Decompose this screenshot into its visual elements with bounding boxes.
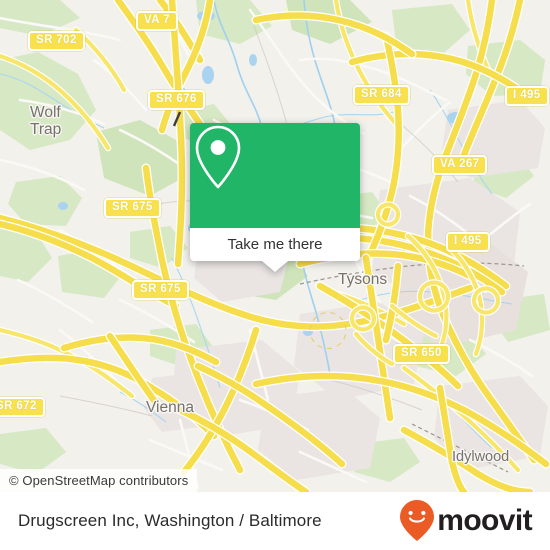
take-me-there-label: Take me there (227, 236, 323, 253)
road-shield-va-267[interactable]: VA 267 (432, 155, 488, 175)
footer-bar: Drugscreen Inc, Washington / Baltimore m… (0, 492, 550, 550)
popup-header (190, 123, 360, 228)
map-canvas[interactable]: .land{fill:#f2f1ec} .park{fill:#d6e8c4} … (0, 0, 550, 492)
road-shield-i-495-north[interactable]: I 495 (505, 86, 549, 106)
location-popup-card[interactable]: Take me there (190, 123, 360, 272)
road-shield-i-495-south[interactable]: I 495 (446, 232, 490, 252)
road-shield-va-7[interactable]: VA 7 (136, 11, 178, 31)
osm-attribution[interactable]: © OpenStreetMap contributors (0, 469, 198, 492)
moovit-logo[interactable]: moovit (399, 499, 533, 543)
take-me-there-button[interactable]: Take me there (190, 228, 360, 261)
road-shield-sr-702[interactable]: SR 702 (28, 31, 85, 51)
moovit-wordmark: moovit (437, 504, 532, 537)
road-shield-sr-675-lower[interactable]: SR 675 (132, 280, 189, 300)
popup-tail (262, 261, 288, 272)
footer-title: Drugscreen Inc, Washington / Baltimore (18, 511, 322, 530)
moovit-pin-smile-icon (400, 500, 435, 541)
road-shield-sr-684[interactable]: SR 684 (353, 85, 410, 105)
road-shield-sr-676[interactable]: SR 676 (148, 90, 205, 110)
road-shield-sr-672[interactable]: SR 672 (0, 397, 45, 417)
moovit-map-screenshot: .land{fill:#f2f1ec} .park{fill:#d6e8c4} … (0, 0, 550, 550)
road-shield-sr-675-upper[interactable]: SR 675 (104, 198, 161, 218)
map-pin-icon (195, 125, 241, 189)
road-shield-sr-650[interactable]: SR 650 (393, 344, 450, 364)
